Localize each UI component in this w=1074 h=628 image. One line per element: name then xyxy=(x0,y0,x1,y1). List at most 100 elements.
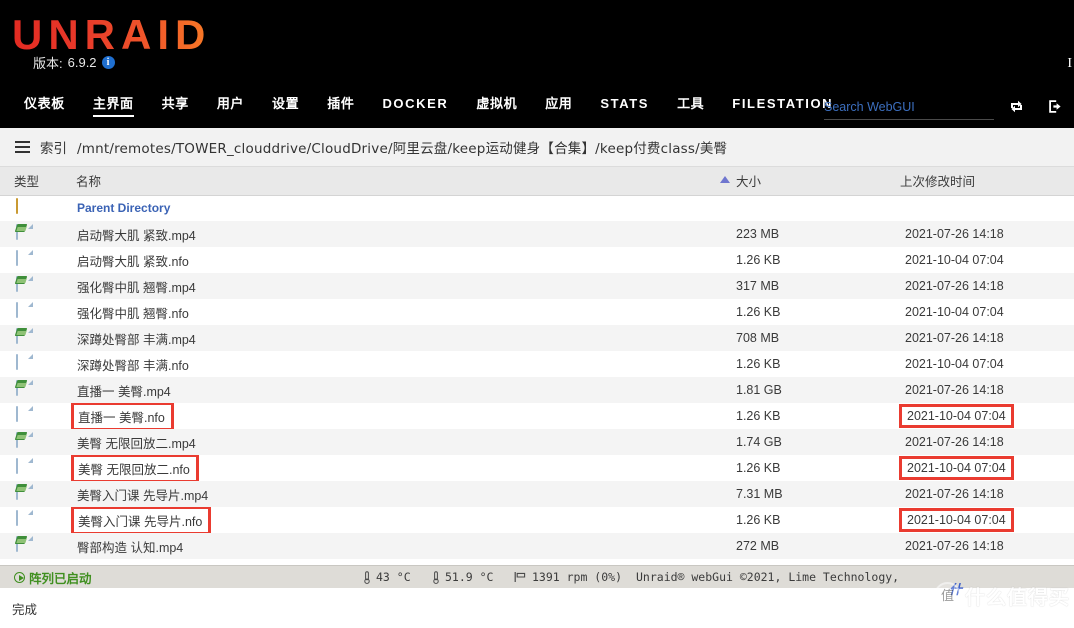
version-info: 版本: 6.9.2 i xyxy=(33,53,115,72)
file-name-cell: Parent Directory xyxy=(62,195,710,221)
hamburger-icon[interactable] xyxy=(15,138,30,156)
file-modified-value: 2021-10-04 07:04 xyxy=(899,456,1014,480)
fan-icon xyxy=(514,572,526,582)
nav-item-3[interactable]: 用户 xyxy=(203,96,258,119)
table-row[interactable]: 直播一 美臀.nfo 1.26 KB 2021-10-04 07:04 xyxy=(0,403,1074,429)
column-header-size-label: 大小 xyxy=(736,175,762,190)
file-table: 类型 名称 大小 上次修改时间 Parent Directory 启动臀大肌 紧致… xyxy=(0,167,1074,559)
nav-item-6[interactable]: DOCKER xyxy=(368,96,462,119)
file-size-cell: 1.81 GB xyxy=(736,383,782,397)
file-name-cell: 美臀入门课 先导片.nfo xyxy=(62,507,710,533)
file-name-cell: 美臀 无限回放二.mp4 xyxy=(62,429,710,455)
app-header: UNRAID 版本: 6.9.2 i I 仪表板 主界面 共享 用户 设置 插件 DOCKE… xyxy=(0,0,1074,128)
parent-directory-link[interactable]: Parent Directory xyxy=(74,200,173,216)
reboot-icon[interactable] xyxy=(1008,98,1025,115)
table-row[interactable]: 美臀入门课 先导片.nfo 1.26 KB 2021-10-04 07:04 xyxy=(0,507,1074,533)
file-type-cell xyxy=(0,221,62,247)
file-name-link[interactable]: 深蹲处臀部 丰满.mp4 xyxy=(74,328,199,349)
file-name-link[interactable]: 美臀 无限回放二.nfo xyxy=(71,455,199,481)
table-row[interactable]: 深蹲处臀部 丰满.nfo 1.26 KB 2021-10-04 07:04 xyxy=(0,351,1074,377)
file-size-cell: 1.26 KB xyxy=(736,461,781,475)
file-name-link[interactable]: 美臀入门课 先导片.nfo xyxy=(70,507,212,533)
table-row[interactable]: Parent Directory xyxy=(0,195,1074,221)
file-type-cell xyxy=(0,455,62,481)
file-modified-value: 2021-07-26 14:18 xyxy=(905,227,1004,241)
file-modified-cell: 2021-07-26 14:18 xyxy=(886,325,1074,351)
file-name-link[interactable]: 臀部构造 认知.mp4 xyxy=(74,536,186,557)
mb-temperature-value: 51.9 °C xyxy=(445,570,494,584)
file-modified-cell: 2021-07-26 14:18 xyxy=(886,533,1074,559)
table-row[interactable]: 强化臀中肌 翘臀.nfo 1.26 KB 2021-10-04 07:04 xyxy=(0,299,1074,325)
document-file-icon xyxy=(16,250,32,269)
header-icon-group xyxy=(1008,98,1064,115)
sort-ascending-icon xyxy=(720,176,730,183)
nav-item-2[interactable]: 共享 xyxy=(148,96,203,119)
table-row[interactable]: 深蹲处臀部 丰满.mp4 708 MB 2021-07-26 14:18 xyxy=(0,325,1074,351)
file-modified-value: 2021-07-26 14:18 xyxy=(905,279,1004,293)
search-input[interactable] xyxy=(824,100,994,120)
file-name-link[interactable]: 深蹲处臀部 丰满.nfo xyxy=(74,354,192,375)
column-header-name[interactable]: 名称 xyxy=(62,167,710,196)
search-container xyxy=(824,98,994,120)
file-size-cell: 7.31 MB xyxy=(736,487,783,501)
cpu-temperature-value: 43 °C xyxy=(376,570,411,584)
column-header-size[interactable]: 大小 xyxy=(710,167,886,196)
file-name-link[interactable]: 直播一 美臀.nfo xyxy=(71,403,174,429)
file-size-cell: 1.26 KB xyxy=(736,409,781,423)
nav-item-9[interactable]: STATS xyxy=(586,96,663,119)
table-row[interactable]: 启动臀大肌 紧致.nfo 1.26 KB 2021-10-04 07:04 xyxy=(0,247,1074,273)
logout-icon[interactable] xyxy=(1047,98,1064,115)
info-icon[interactable]: i xyxy=(101,56,115,69)
table-row[interactable]: 美臀入门课 先导片.mp4 7.31 MB 2021-07-26 14:18 xyxy=(0,481,1074,507)
table-row[interactable]: 臀部构造 认知.mp4 272 MB 2021-07-26 14:18 xyxy=(0,533,1074,559)
main-nav: 仪表板 主界面 共享 用户 设置 插件 DOCKER 虚拟机 应用 STATS 工具 FILESTAT… xyxy=(10,96,847,119)
file-name-link[interactable]: 直播一 美臀.mp4 xyxy=(74,380,174,401)
column-header-modified[interactable]: 上次修改时间 xyxy=(886,167,1074,196)
file-name-link[interactable]: 启动臀大肌 紧致.mp4 xyxy=(74,224,199,245)
file-name-link[interactable]: 美臀入门课 先导片.mp4 xyxy=(74,484,211,505)
table-row[interactable]: 美臀 无限回放二.nfo 1.26 KB 2021-10-04 07:04 xyxy=(0,455,1074,481)
table-row[interactable]: 强化臀中肌 翘臀.mp4 317 MB 2021-07-26 14:18 xyxy=(0,273,1074,299)
file-modified-value: 2021-07-26 14:18 xyxy=(905,435,1004,449)
document-file-icon xyxy=(16,406,32,425)
video-file-icon xyxy=(14,276,32,295)
nav-item-1[interactable]: 主界面 xyxy=(79,96,148,119)
file-name-cell: 直播一 美臀.nfo xyxy=(62,403,710,429)
file-modified-value: 2021-10-04 07:04 xyxy=(905,253,1004,267)
file-name-cell: 深蹲处臀部 丰满.mp4 xyxy=(62,325,710,351)
table-row[interactable]: 启动臀大肌 紧致.mp4 223 MB 2021-07-26 14:18 xyxy=(0,221,1074,247)
breadcrumb-path[interactable]: /mnt/remotes/TOWER_clouddrive/CloudDrive… xyxy=(77,137,727,157)
unraid-filestation-page: UNRAID 版本: 6.9.2 i I 仪表板 主界面 共享 用户 设置 插件 DOCKE… xyxy=(0,0,1074,628)
file-type-cell xyxy=(0,377,62,403)
file-name-link[interactable]: 美臀 无限回放二.mp4 xyxy=(74,432,199,453)
table-row[interactable]: 美臀 无限回放二.mp4 1.74 GB 2021-07-26 14:18 xyxy=(0,429,1074,455)
nav-item-8[interactable]: 应用 xyxy=(531,96,586,119)
nav-item-0[interactable]: 仪表板 xyxy=(10,96,79,119)
file-modified-cell: 2021-10-04 07:04 xyxy=(886,507,1074,533)
file-type-cell xyxy=(0,507,62,533)
version-label: 版本: xyxy=(33,56,63,71)
folder-up-icon xyxy=(16,198,32,217)
thermometer-icon xyxy=(364,570,370,584)
nav-item-7[interactable]: 虚拟机 xyxy=(462,96,531,119)
file-table-body: Parent Directory 启动臀大肌 紧致.mp4 223 MB 2021-0… xyxy=(0,195,1074,559)
file-name-link[interactable]: 强化臀中肌 翘臀.nfo xyxy=(74,302,192,323)
nav-item-4[interactable]: 设置 xyxy=(258,96,313,119)
nav-item-10[interactable]: 工具 xyxy=(663,96,718,119)
file-modified-value: 2021-07-26 14:18 xyxy=(905,383,1004,397)
file-modified-value: 2021-10-04 07:04 xyxy=(905,305,1004,319)
file-type-cell xyxy=(0,429,62,455)
thermometer-icon xyxy=(433,570,439,584)
file-size-cell: 1.74 GB xyxy=(736,435,782,449)
table-row[interactable]: 直播一 美臀.mp4 1.81 GB 2021-07-26 14:18 xyxy=(0,377,1074,403)
unraid-logo: UNRAID xyxy=(12,11,212,58)
document-file-icon xyxy=(16,510,32,529)
document-file-icon xyxy=(16,354,32,373)
file-name-cell: 启动臀大肌 紧致.nfo xyxy=(62,247,710,273)
file-name-link[interactable]: 启动臀大肌 紧致.nfo xyxy=(74,250,192,271)
column-header-type[interactable]: 类型 xyxy=(0,167,62,196)
video-file-icon xyxy=(14,380,32,399)
nav-item-5[interactable]: 插件 xyxy=(313,96,368,119)
file-name-link[interactable]: 强化臀中肌 翘臀.mp4 xyxy=(74,276,199,297)
version-value: 6.9.2 xyxy=(67,55,97,70)
